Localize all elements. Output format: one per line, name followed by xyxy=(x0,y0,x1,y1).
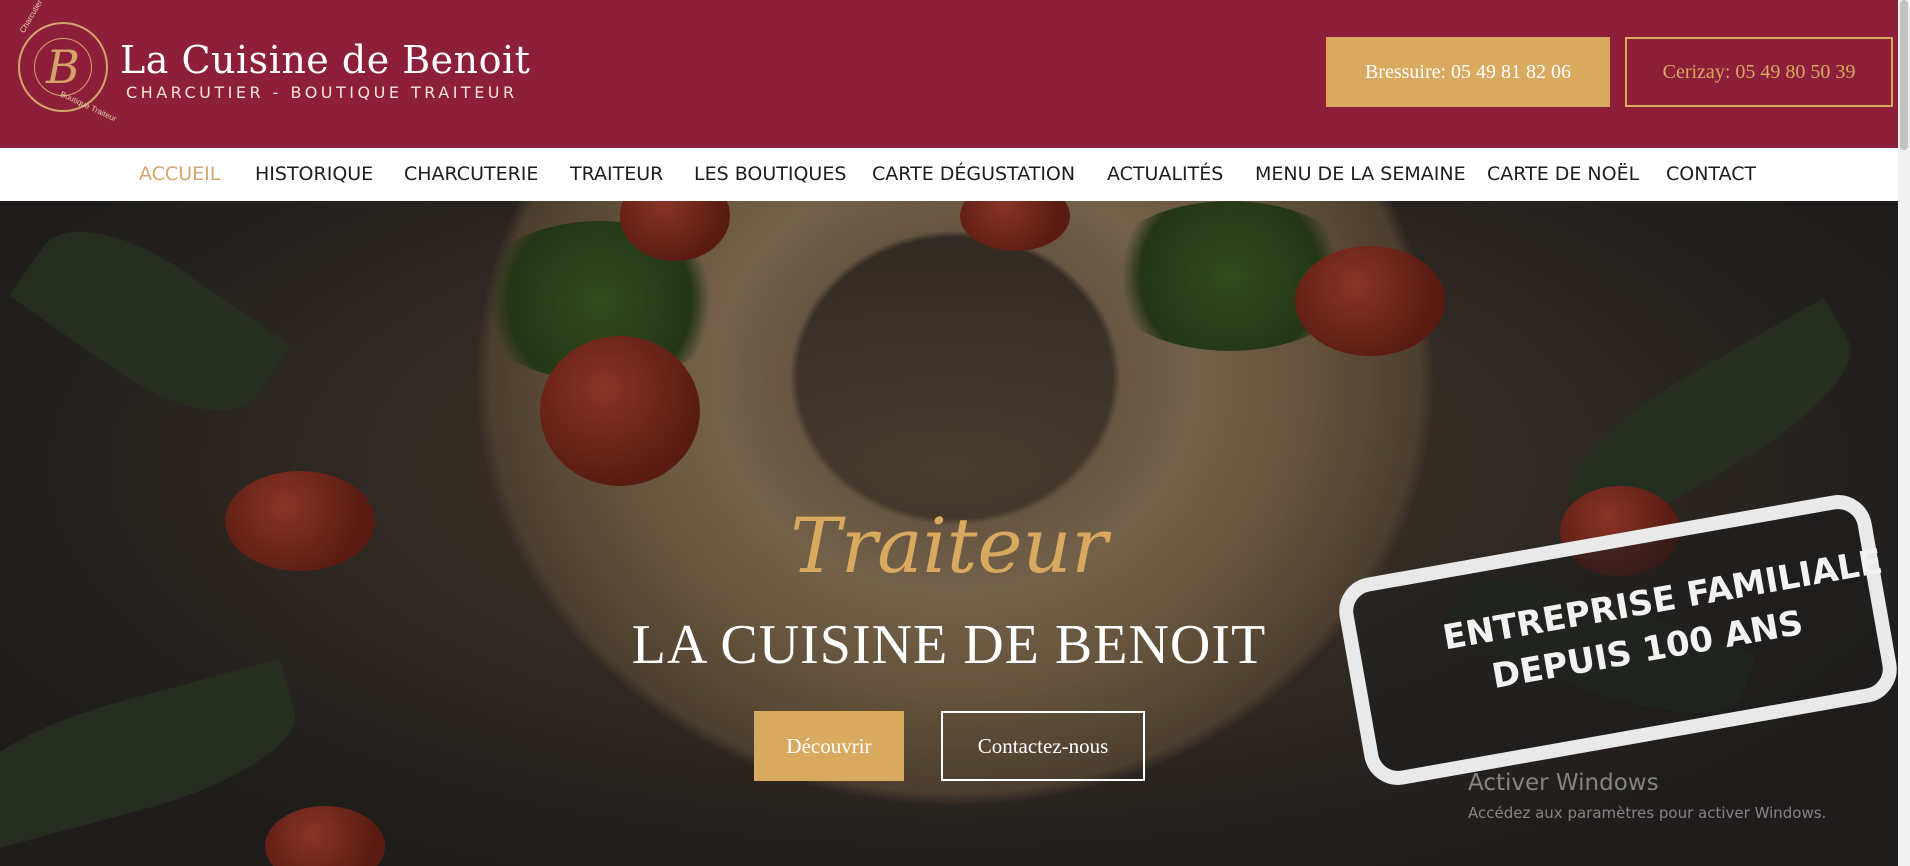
brand-name[interactable]: La Cuisine de Benoit xyxy=(120,38,530,82)
nav-item-contact[interactable]: CONTACT xyxy=(1666,148,1756,201)
phone-bressuire-button[interactable]: Bressuire: 05 49 81 82 06 xyxy=(1326,37,1610,107)
scrollbar-thumb[interactable] xyxy=(1900,0,1908,150)
nav-item-historique[interactable]: HISTORIQUE xyxy=(255,148,373,201)
windows-activation-title: Activer Windows xyxy=(1468,770,1659,796)
nav-item-charcuterie[interactable]: CHARCUTERIE xyxy=(404,148,538,201)
nav-item-traiteur[interactable]: TRAITEUR xyxy=(570,148,663,201)
main-nav: ACCUEIL HISTORIQUE CHARCUTERIE TRAITEUR … xyxy=(0,148,1898,201)
logo-ring-bottom-text: Boutique Traiteur xyxy=(58,89,118,124)
nav-item-carte-degustation[interactable]: CARTE DÉGUSTATION xyxy=(872,148,1075,201)
logo-ring-top-text: Charcutier xyxy=(18,0,45,35)
nav-item-les-boutiques[interactable]: LES BOUTIQUES xyxy=(694,148,846,201)
logo-letter: B xyxy=(46,40,80,94)
windows-activation-subtitle: Accédez aux paramètres pour activer Wind… xyxy=(1468,804,1827,822)
nav-item-menu-de-la-semaine[interactable]: MENU DE LA SEMAINE xyxy=(1255,148,1466,201)
decouvrir-button[interactable]: Découvrir xyxy=(754,711,904,781)
site-header: B Charcutier Boutique Traiteur La Cuisin… xyxy=(0,0,1898,148)
contactez-nous-button[interactable]: Contactez-nous xyxy=(941,711,1145,781)
logo-badge[interactable]: B Charcutier Boutique Traiteur xyxy=(18,0,118,123)
nav-item-carte-de-noel[interactable]: CARTE DE NOËL xyxy=(1487,148,1639,201)
brand-tagline: CHARCUTIER - BOUTIQUE TRAITEUR xyxy=(126,83,518,102)
nav-item-actualites[interactable]: ACTUALITÉS xyxy=(1107,148,1223,201)
phone-cerizay-button[interactable]: Cerizay: 05 49 80 50 39 xyxy=(1625,37,1893,107)
nav-item-accueil[interactable]: ACCUEIL xyxy=(139,148,220,201)
